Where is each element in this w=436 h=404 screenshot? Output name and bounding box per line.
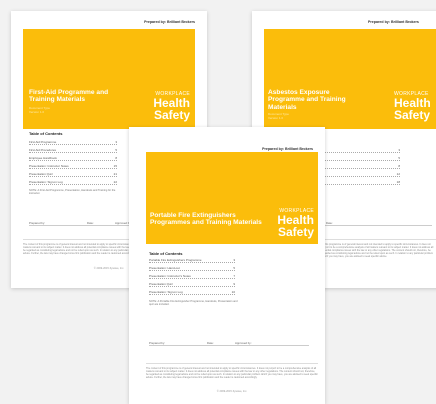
toc-heading: Table of Contents — [29, 131, 63, 136]
disclaimer-text: The content of this programme is of gene… — [146, 367, 318, 380]
toc-entry[interactable]: Presentation: Sign-in Log 22 — [29, 180, 117, 185]
toc-note: NOTE: A Portable Fire Extinguisher Progr… — [149, 300, 238, 307]
toc-entry[interactable]: 8 — [322, 164, 400, 169]
prepared-by: Prepared by: Brilliant Brokers — [368, 20, 419, 24]
toc-entry[interactable]: Presentation: Sign-in Log 10 — [149, 290, 235, 295]
cover-banner: Portable Fire Extinguishers Programmes a… — [146, 152, 318, 244]
prepared-by: Prepared by: Brilliant Brokers — [262, 147, 313, 151]
cover-banner: Asbestos Exposure Programme and Training… — [264, 29, 436, 129]
toc-entry[interactable]: Presentation: Instructor Notes 15 — [29, 164, 117, 169]
toc-entry[interactable]: Presentation: Instructor's Notes 7 — [149, 274, 235, 279]
toc-entry[interactable]: Employee Handbook 8 — [29, 156, 117, 161]
toc-entry[interactable]: Presentation Quiz 9 — [149, 282, 235, 287]
brand-logo: WORKPLACE Health Safety — [153, 91, 190, 122]
divider — [322, 239, 436, 240]
divider — [146, 363, 318, 364]
toc-entry[interactable]: Presentation Quiz 21 — [29, 172, 117, 177]
brand-logo: WORKPLACE Health Safety — [277, 208, 314, 239]
copyright: © 2009-2015 Zywave, Inc. — [216, 390, 248, 393]
brand-logo: WORKPLACE Health Safety — [394, 91, 431, 122]
toc-entry[interactable]: Presentation: Hand-out 5 — [149, 266, 235, 271]
toc-entry[interactable]: Portable Fire Extinguishers Programme 3 — [149, 258, 235, 263]
document-title: Portable Fire Extinguishers Programmes a… — [150, 212, 262, 227]
toc-entry[interactable]: 3 — [322, 148, 400, 153]
document-thumbnail-fire-extinguishers[interactable]: Prepared by: Brilliant Brokers Portable … — [129, 127, 325, 404]
document-title: First-Aid Programme and Training Materia… — [29, 89, 109, 104]
document-subtitle: Document Type Version 1.0 — [29, 106, 50, 114]
document-title: Asbestos Exposure Programme and Training… — [268, 89, 346, 111]
toc-note: NOTE: A First-Aid Programme, Presentatio… — [29, 189, 116, 196]
toc-entry[interactable]: First Aid Programme 3 — [29, 140, 117, 145]
document-subtitle: Document Type Version 1.0 — [268, 112, 289, 120]
toc-entry[interactable]: First Aid Procedures 5 — [29, 148, 117, 153]
prepared-by: Prepared by: Brilliant Brokers — [144, 20, 195, 24]
signature-line: Prepared by: Date: Approved by: — [149, 341, 309, 346]
cover-banner: First-Aid Programme and Training Materia… — [23, 29, 195, 129]
disclaimer-text: of this programme is of general interest… — [322, 243, 434, 259]
toc-heading: Table of Contents — [149, 251, 183, 256]
toc-entry[interactable]: 5 — [322, 156, 400, 161]
signature-line: Date: — [322, 221, 432, 226]
toc-entry[interactable]: 18 — [322, 180, 400, 185]
toc-entry[interactable]: 12 — [322, 172, 400, 177]
